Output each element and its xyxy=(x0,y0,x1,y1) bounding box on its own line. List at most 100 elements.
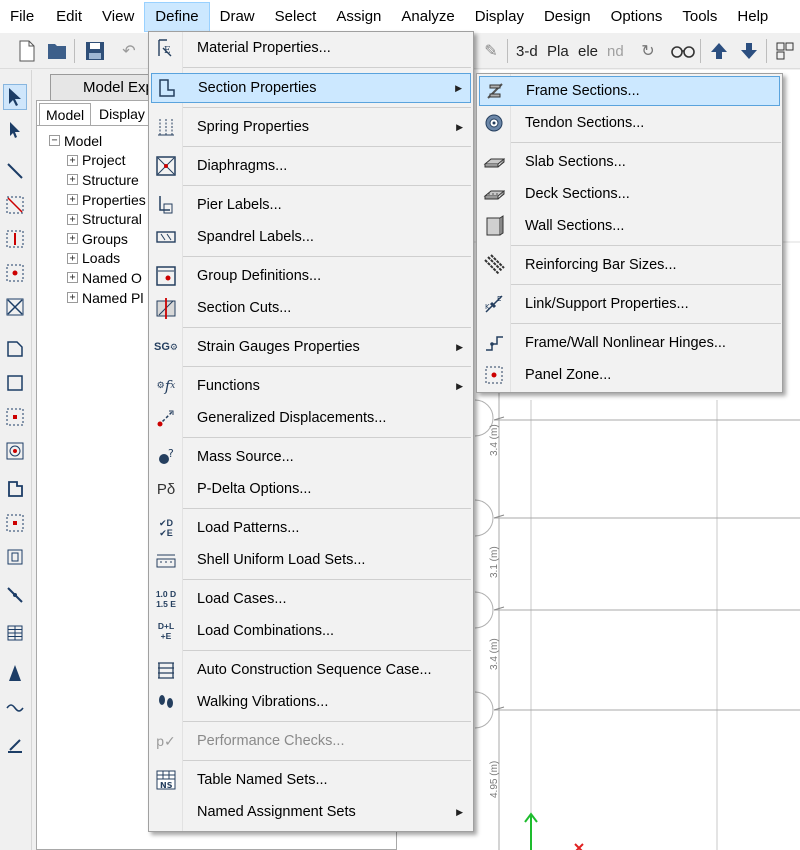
menu-item-link-support-properties[interactable]: EK Link/Support Properties... xyxy=(479,290,780,318)
expand-icon[interactable]: + xyxy=(67,194,78,206)
menu-item-load-patterns[interactable]: ✔D ✔E Load Patterns... xyxy=(151,514,471,542)
tree-node-structural[interactable]: + Structural xyxy=(49,209,146,229)
draw-beam-icon[interactable] xyxy=(3,192,27,218)
menu-item-functions[interactable]: ⚙ f x Functions ▶ xyxy=(151,372,471,400)
save-icon[interactable] xyxy=(82,38,108,64)
menu-item-auto-construction-sequence[interactable]: Auto Construction Sequence Case... xyxy=(151,656,471,684)
menu-analyze[interactable]: Analyze xyxy=(391,2,464,32)
draw-floor-icon[interactable] xyxy=(3,336,27,362)
grid-options-icon[interactable] xyxy=(772,38,798,64)
move-up-icon[interactable] xyxy=(706,38,732,64)
pointer-icon[interactable] xyxy=(3,84,27,110)
tree-node-loads[interactable]: + Loads xyxy=(49,249,146,269)
menu-item-frame-sections[interactable]: Frame Sections... xyxy=(479,76,780,106)
menu-item-spandrel-labels[interactable]: Spandrel Labels... xyxy=(151,223,471,251)
menu-display[interactable]: Display xyxy=(465,2,534,32)
menu-item-panel-zone[interactable]: Panel Zone... xyxy=(479,361,780,389)
menu-item-section-cuts[interactable]: Section Cuts... xyxy=(151,294,471,322)
elevation-view-button[interactable]: ele xyxy=(578,39,598,63)
expand-icon[interactable]: + xyxy=(67,292,78,304)
menu-item-tendon-sections[interactable]: Tendon Sections... xyxy=(479,109,780,137)
menu-item-group-definitions[interactable]: Group Definitions... xyxy=(151,262,471,290)
menu-file[interactable]: File xyxy=(0,2,46,32)
menu-item-material-properties[interactable]: E Material Properties... xyxy=(151,34,471,62)
new-file-icon[interactable] xyxy=(14,38,40,64)
move-down-icon[interactable] xyxy=(736,38,762,64)
draw-wave-icon[interactable] xyxy=(3,694,27,720)
menu-item-section-properties[interactable]: Section Properties ▶ xyxy=(151,73,471,103)
draw-tendon-icon[interactable] xyxy=(3,660,27,686)
tree-node-groups[interactable]: + Groups xyxy=(49,229,146,249)
draw-dimension-icon[interactable] xyxy=(3,732,27,758)
menu-assign[interactable]: Assign xyxy=(326,2,391,32)
draw-wall-rect-icon[interactable] xyxy=(3,544,27,570)
menu-item-shell-uniform-load-sets[interactable]: Shell Uniform Load Sets... xyxy=(151,546,471,574)
expand-icon[interactable]: + xyxy=(67,213,78,225)
draw-wall-point-icon[interactable] xyxy=(3,510,27,536)
collapse-icon[interactable]: − xyxy=(49,135,60,147)
icon-text: ✔D xyxy=(158,518,174,528)
menu-item-strain-gauges[interactable]: SG ⚙ Strain Gauges Properties ▶ xyxy=(151,333,471,361)
menu-item-deck-sections[interactable]: Deck Sections... xyxy=(479,180,780,208)
pier-icon xyxy=(153,192,179,218)
draw-link-icon[interactable] xyxy=(3,582,27,608)
menu-item-mass-source[interactable]: ? Mass Source... xyxy=(151,443,471,471)
tree-node-structure[interactable]: + Structure xyxy=(49,170,146,190)
tab-model[interactable]: Model xyxy=(39,103,92,125)
tree-node-properties[interactable]: + Properties xyxy=(49,190,146,210)
draw-area-point-icon[interactable] xyxy=(3,404,27,430)
menu-item-nonlinear-hinges[interactable]: Frame/Wall Nonlinear Hinges... xyxy=(479,329,780,357)
menu-item-diaphragms[interactable]: Diaphragms... xyxy=(151,152,471,180)
menu-item-pier-labels[interactable]: Pier Labels... xyxy=(151,191,471,219)
menu-view[interactable]: View xyxy=(92,2,144,32)
draw-line-icon[interactable] xyxy=(3,158,27,184)
menu-item-generalized-displacements[interactable]: Generalized Displacements... xyxy=(151,404,471,432)
expand-icon[interactable]: + xyxy=(67,233,78,245)
draw-point-icon[interactable] xyxy=(3,260,27,286)
tree-node-project[interactable]: + Project xyxy=(49,151,146,171)
draw-wall-icon[interactable] xyxy=(3,476,27,502)
menu-draw[interactable]: Draw xyxy=(210,2,265,32)
menu-item-walking-vibrations[interactable]: Walking Vibrations... xyxy=(151,688,471,716)
expand-icon[interactable]: + xyxy=(67,154,78,166)
menu-item-spring-properties[interactable]: Spring Properties ▶ xyxy=(151,113,471,141)
draw-rectangle-icon[interactable] xyxy=(3,370,27,396)
menu-item-load-combinations[interactable]: D+L +E Load Combinations... xyxy=(151,617,471,645)
menu-help[interactable]: Help xyxy=(727,2,778,32)
nd-button[interactable]: nd xyxy=(607,39,624,63)
menu-options[interactable]: Options xyxy=(601,2,673,32)
menu-item-table-named-sets[interactable]: NS Table Named Sets... xyxy=(151,766,471,794)
menu-design[interactable]: Design xyxy=(534,2,601,32)
open-file-icon[interactable] xyxy=(44,38,70,64)
menu-item-slab-sections[interactable]: Slab Sections... xyxy=(479,148,780,176)
reshape-icon[interactable] xyxy=(3,118,27,144)
draw-brace-icon[interactable] xyxy=(3,294,27,320)
tree-node-named-output[interactable]: + Named O xyxy=(49,268,146,288)
rubber-band-icon[interactable]: ✎ xyxy=(478,38,504,64)
menu-item-label: Section Properties xyxy=(198,80,317,96)
expand-icon[interactable]: + xyxy=(67,252,78,264)
draw-column-icon[interactable] xyxy=(3,226,27,252)
view-3d-button[interactable]: 3-d xyxy=(516,39,538,63)
glasses-icon[interactable] xyxy=(670,38,696,64)
menu-select[interactable]: Select xyxy=(265,2,327,32)
menu-tools[interactable]: Tools xyxy=(672,2,727,32)
menu-item-named-assignment-sets[interactable]: Named Assignment Sets ▶ xyxy=(151,798,471,826)
menu-item-reinforcing-bar-sizes[interactable]: Reinforcing Bar Sizes... xyxy=(479,251,780,279)
tree-node-model[interactable]: − Model xyxy=(49,131,146,151)
undo-icon[interactable]: ↶ xyxy=(116,38,142,64)
menu-item-wall-sections[interactable]: Wall Sections... xyxy=(479,212,780,240)
draw-opening-icon[interactable] xyxy=(3,438,27,464)
plan-view-button[interactable]: Pla xyxy=(547,39,569,63)
menu-item-label: Tendon Sections... xyxy=(525,115,645,131)
rotate-icon[interactable]: ↻ xyxy=(635,38,661,64)
expand-icon[interactable]: + xyxy=(67,272,78,284)
menu-item-load-cases[interactable]: 1.0 D 1.5 E Load Cases... xyxy=(151,585,471,613)
tab-display[interactable]: Display xyxy=(93,103,151,125)
menu-edit[interactable]: Edit xyxy=(46,2,92,32)
tree-node-named-plots[interactable]: + Named Pl xyxy=(49,288,146,308)
expand-icon[interactable]: + xyxy=(67,174,78,186)
draw-grid-icon[interactable] xyxy=(3,620,27,646)
menu-define[interactable]: Define xyxy=(144,1,210,32)
menu-item-pdelta[interactable]: Pδ P-Delta Options... xyxy=(151,475,471,503)
